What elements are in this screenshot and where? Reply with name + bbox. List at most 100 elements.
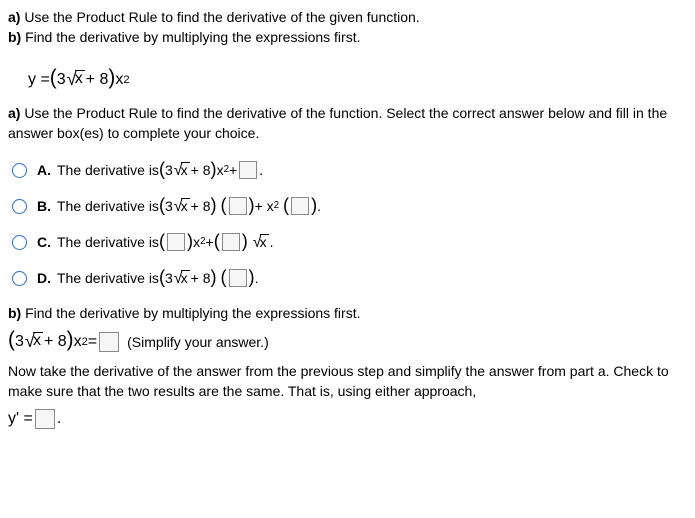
plus-8: + 8 (191, 270, 211, 286)
close-paren: ) (249, 268, 255, 286)
choice-group: A. The derivative is ( 3 √x + 8 ) x2 + .… (12, 157, 687, 291)
radicand: x (33, 332, 43, 349)
choice-b-math: The derivative is ( 3 √x + 8 ) ( ) + x2 … (57, 197, 321, 215)
choice-d-letter: D. (37, 270, 51, 286)
choice-d: D. The derivative is ( 3 √x + 8 ) ( ) . (12, 265, 687, 291)
choice-a: A. The derivative is ( 3 √x + 8 ) x2 + . (12, 157, 687, 183)
plus: + (229, 162, 237, 178)
choice-c-lead: The derivative is (57, 234, 159, 250)
plus-8: + 8 (191, 198, 211, 214)
open-paren: ( (159, 268, 165, 286)
intro-a-label: a) (8, 9, 20, 25)
close-paren: ) (211, 268, 217, 286)
radio-a[interactable] (12, 163, 27, 178)
part-b-text: Find the derivative by multiplying the e… (21, 305, 360, 321)
choice-d-lead: The derivative is (57, 270, 159, 286)
answer-box-a1[interactable] (239, 161, 257, 179)
choice-b-lead: The derivative is (57, 198, 159, 214)
radicand: x (181, 270, 190, 285)
intro-block: a) Use the Product Rule to find the deri… (8, 8, 687, 47)
answer-box-b2[interactable] (291, 197, 309, 215)
x-var: x (74, 333, 82, 351)
open-paren: ( (283, 196, 289, 214)
radicand: x (75, 70, 85, 87)
period: . (255, 270, 259, 286)
plus: + (206, 234, 214, 250)
intro-b-text: Find the derivative by multiplying the e… (21, 29, 360, 45)
answer-box-c1[interactable] (167, 233, 185, 251)
final-instruction: Now take the derivative of the answer fr… (8, 362, 687, 401)
space (248, 234, 252, 250)
sqrt-x: √x (25, 332, 43, 350)
radio-c[interactable] (12, 235, 27, 250)
answer-box-c2[interactable] (222, 233, 240, 251)
open-paren: ( (159, 232, 165, 250)
sqrt-x: √ x (67, 70, 85, 88)
answer-box-partb[interactable] (99, 332, 119, 352)
part-a-text: Use the Product Rule to find the derivat… (8, 105, 667, 141)
open-paren: ( (214, 232, 220, 250)
coef-3: 3 (165, 270, 173, 286)
close-paren: ) (211, 160, 217, 178)
open-paren: ( (159, 160, 165, 178)
main-equation: y = ( 3 √ x + 8 ) x2 (28, 69, 130, 90)
part-b-prompt: b) Find the derivative by multiplying th… (8, 305, 687, 321)
answer-box-d1[interactable] (229, 269, 247, 287)
final-equation: y' = . (8, 409, 687, 429)
radicand: x (260, 234, 269, 249)
x-var: x (115, 71, 123, 89)
close-paren: ) (242, 232, 248, 250)
open-paren: ( (8, 330, 15, 351)
radicand: x (181, 162, 190, 177)
close-paren: ) (249, 196, 255, 214)
intro-line-b: b) Find the derivative by multiplying th… (8, 28, 687, 48)
answer-box-final[interactable] (35, 409, 55, 429)
sqrt-x: √x (253, 234, 269, 250)
part-a-label: a) (8, 105, 20, 121)
open-paren: ( (220, 196, 226, 214)
plus-8: + 8 (44, 333, 67, 351)
eq-lhs: y = (28, 71, 50, 89)
sqrt-x: √x (174, 162, 190, 178)
part-b-label: b) (8, 305, 21, 321)
period: . (259, 162, 263, 178)
intro-b-label: b) (8, 29, 21, 45)
yprime-lhs: y' = (8, 410, 33, 428)
answer-box-b1[interactable] (229, 197, 247, 215)
choice-c: C. The derivative is ( ) x2 + ( ) √x . (12, 229, 687, 255)
x-var: x (193, 234, 200, 250)
period: . (317, 198, 321, 214)
sqrt-x: √x (174, 198, 190, 214)
close-paren: ) (311, 196, 317, 214)
close-paren: ) (187, 232, 193, 250)
close-paren: ) (108, 68, 115, 89)
choice-c-letter: C. (37, 234, 51, 250)
intro-a-text: Use the Product Rule to find the derivat… (20, 9, 419, 25)
choice-d-math: The derivative is ( 3 √x + 8 ) ( ) . (57, 269, 258, 287)
choice-b: B. The derivative is ( 3 √x + 8 ) ( ) + … (12, 193, 687, 219)
open-paren: ( (220, 268, 226, 286)
part-b-equation: ( 3 √x + 8 ) x2 = (Simplify your answer.… (8, 331, 687, 352)
radio-b[interactable] (12, 199, 27, 214)
close-paren: ) (211, 196, 217, 214)
choice-a-letter: A. (37, 162, 51, 178)
plus-8: + 8 (191, 162, 211, 178)
equals: = (88, 333, 97, 351)
period: . (57, 410, 61, 428)
close-paren: ) (67, 330, 74, 351)
choice-b-letter: B. (37, 198, 51, 214)
coef-3: 3 (165, 198, 173, 214)
sqrt-x: √x (174, 270, 190, 286)
coef-3: 3 (165, 162, 173, 178)
open-paren: ( (50, 68, 57, 89)
x-var: x (217, 162, 224, 178)
plus-xsq: + x (255, 198, 274, 214)
coef-3: 3 (15, 333, 24, 351)
part-a-prompt: a) Use the Product Rule to find the deri… (8, 104, 687, 143)
intro-line-a: a) Use the Product Rule to find the deri… (8, 8, 687, 28)
choice-a-lead: The derivative is (57, 162, 159, 178)
radio-d[interactable] (12, 271, 27, 286)
choice-c-math: The derivative is ( ) x2 + ( ) √x . (57, 233, 273, 251)
radicand: x (181, 198, 190, 213)
period: . (270, 234, 274, 250)
